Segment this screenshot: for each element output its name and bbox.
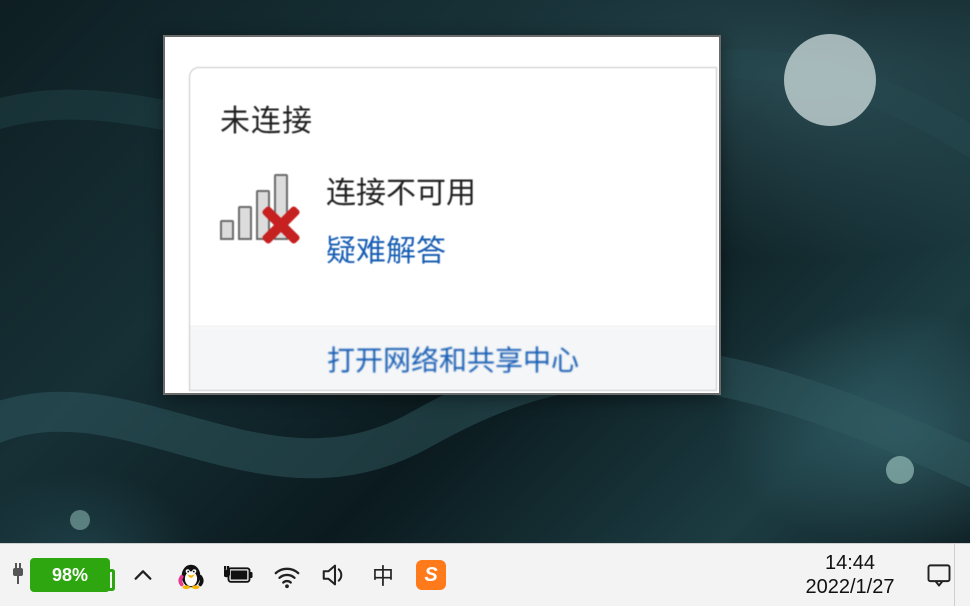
network-flyout-panel: 未连接 连接不可用 疑难解答 打开网络和共享中心 bbox=[189, 67, 717, 391]
battery-percent-label: 98% bbox=[52, 565, 88, 586]
battery-status[interactable]: 98% bbox=[10, 560, 110, 590]
volume-tray-icon[interactable] bbox=[320, 560, 350, 590]
network-status-title: 未连接 bbox=[220, 96, 686, 140]
troubleshoot-link[interactable]: 疑难解答 bbox=[326, 226, 476, 270]
signal-bars-disconnected-icon bbox=[220, 168, 308, 246]
ime-label: 中 bbox=[372, 559, 394, 591]
network-flyout: 未连接 连接不可用 疑难解答 打开网络和共享中心 bbox=[163, 35, 721, 395]
power-tray-icon[interactable] bbox=[224, 560, 254, 590]
taskbar-clock[interactable]: 14:44 2022/1/27 bbox=[790, 551, 910, 599]
tray-overflow-button[interactable] bbox=[128, 560, 158, 590]
charging-battery-icon bbox=[224, 563, 254, 587]
show-desktop-button[interactable] bbox=[954, 544, 964, 606]
wifi-tray-icon[interactable] bbox=[272, 560, 302, 590]
ime-indicator[interactable]: 中 bbox=[368, 560, 398, 590]
sogou-ime-icon[interactable]: S bbox=[416, 560, 446, 590]
clock-date: 2022/1/27 bbox=[790, 575, 910, 599]
divider bbox=[190, 326, 716, 327]
plug-icon bbox=[10, 563, 26, 587]
action-center-button[interactable] bbox=[924, 560, 954, 590]
sogou-letter: S bbox=[424, 564, 437, 587]
wifi-icon bbox=[272, 560, 302, 590]
penguin-icon bbox=[176, 560, 206, 590]
speaker-icon bbox=[320, 560, 350, 590]
system-tray: 98% bbox=[10, 560, 446, 590]
taskbar: 98% bbox=[0, 543, 970, 606]
qq-tray-icon[interactable] bbox=[176, 560, 206, 590]
notification-icon bbox=[925, 561, 953, 589]
network-status-text: 连接不可用 bbox=[326, 168, 476, 212]
battery-badge: 98% bbox=[30, 558, 110, 592]
chevron-up-icon bbox=[132, 564, 154, 586]
open-network-center-link[interactable]: 打开网络和共享中心 bbox=[327, 339, 579, 379]
clock-time: 14:44 bbox=[790, 551, 910, 575]
